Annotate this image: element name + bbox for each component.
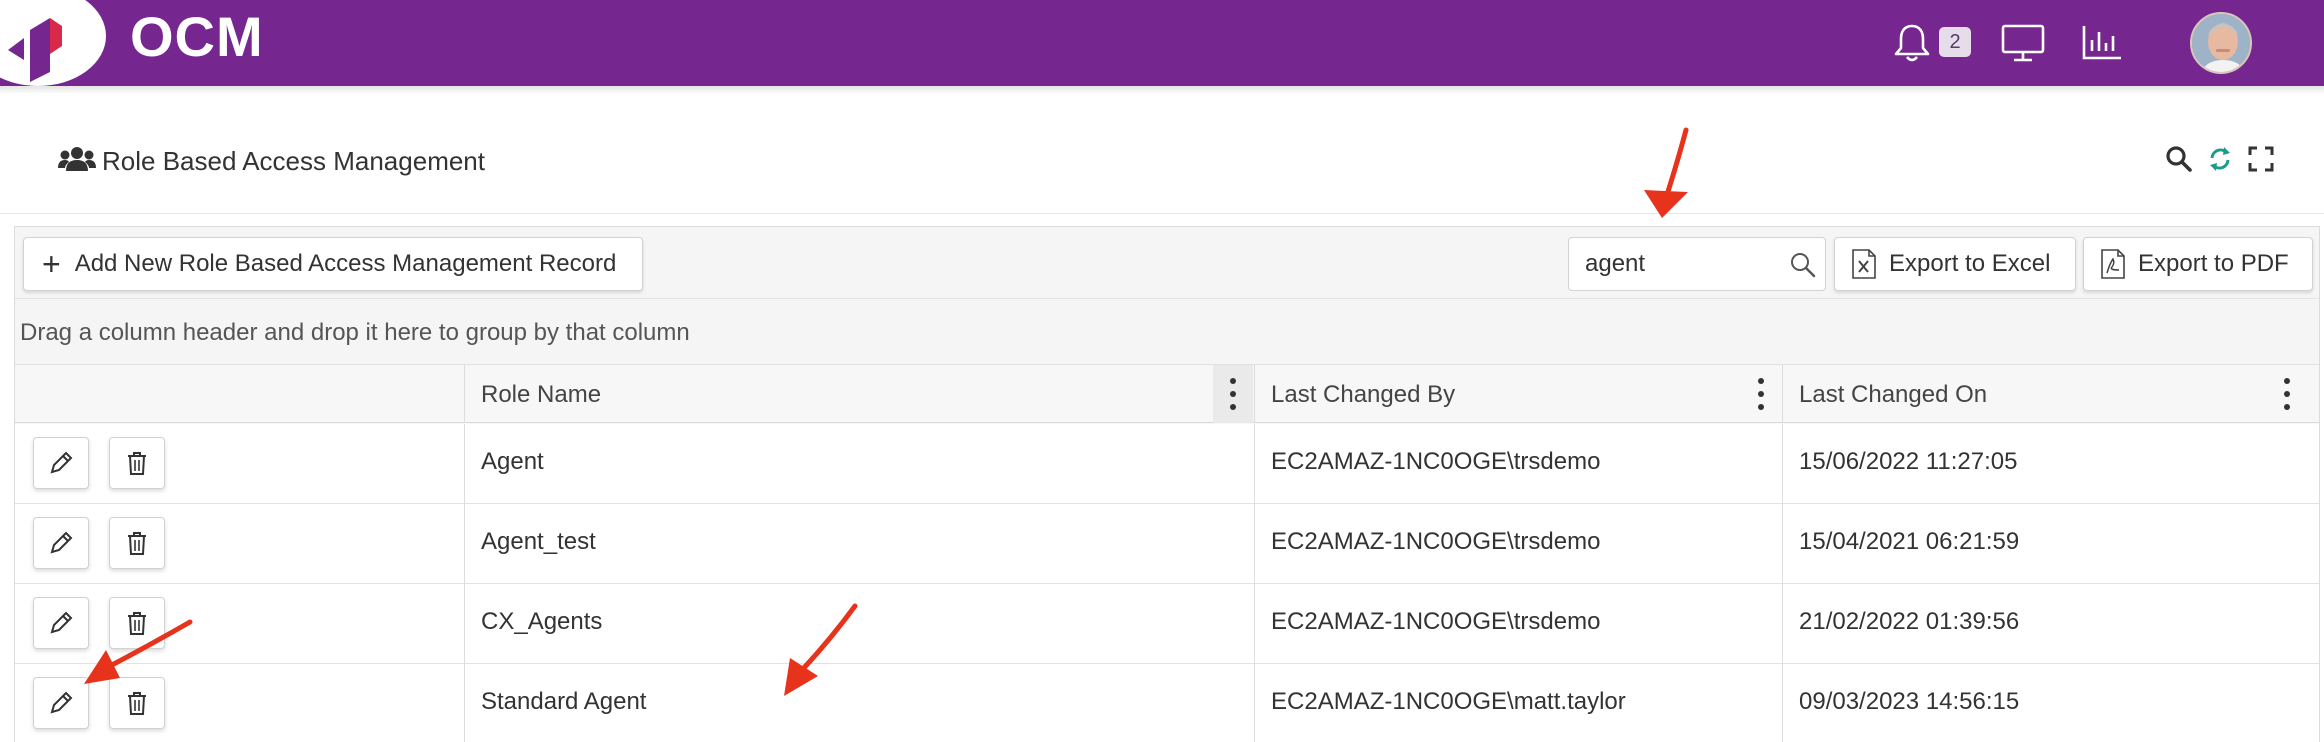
- grid-toolbar: + Add New Role Based Access Management R…: [15, 227, 2319, 299]
- column-header-last-changed-by[interactable]: Last Changed By: [1254, 365, 1782, 423]
- search-icon[interactable]: [2164, 144, 2194, 174]
- export-pdf-label: Export to PDF: [2138, 250, 2289, 277]
- last-changed-on-cell: 21/02/2022 01:39:56: [1782, 584, 2319, 664]
- trash-icon: [128, 452, 146, 475]
- row-actions-cell: [15, 424, 464, 504]
- pencil-icon: [50, 451, 73, 474]
- edit-button[interactable]: [33, 517, 89, 569]
- last-changed-by-cell: EC2AMAZ-1NC0OGE\trsdemo: [1254, 504, 1782, 584]
- trash-icon: [128, 612, 146, 635]
- actions-column-header: [15, 365, 464, 423]
- last-changed-on: 15/06/2022 11:27:05: [1799, 448, 2018, 475]
- ocm-logo-icon[interactable]: [0, 12, 80, 82]
- pencil-icon: [50, 531, 73, 554]
- delete-button[interactable]: [109, 517, 165, 569]
- monitor-icon[interactable]: [1998, 18, 2048, 68]
- data-grid: + Add New Role Based Access Management R…: [14, 226, 2320, 742]
- page-title: Role Based Access Management: [102, 146, 485, 176]
- group-by-panel[interactable]: Drag a column header and drop it here to…: [15, 299, 2319, 365]
- pdf-file-icon: [2101, 249, 2125, 279]
- column-menu-icon[interactable]: [2267, 365, 2307, 423]
- trash-icon: [128, 692, 146, 715]
- pencil-icon: [50, 611, 73, 634]
- last-changed-by-cell: EC2AMAZ-1NC0OGE\matt.taylor: [1254, 664, 1782, 742]
- excel-file-icon: [1852, 249, 1876, 279]
- row-actions-cell: [15, 504, 464, 584]
- role-name-cell: CX_Agents: [464, 584, 1254, 664]
- page-header: Role Based Access Management: [0, 94, 2324, 214]
- add-record-label: Add New Role Based Access Management Rec…: [74, 250, 617, 277]
- fullscreen-icon[interactable]: [2246, 144, 2276, 174]
- topbar-shadow: [0, 86, 2324, 94]
- export-excel-button[interactable]: Export to Excel: [1834, 237, 2076, 291]
- last-changed-on-cell: 15/04/2021 06:21:59: [1782, 504, 2319, 584]
- users-icon: [58, 147, 96, 171]
- top-navbar: OCM 2: [0, 0, 2324, 86]
- role-name-cell: Agent_test: [464, 504, 1254, 584]
- last-changed-on-cell: 09/03/2023 14:56:15: [1782, 664, 2319, 742]
- search-icon[interactable]: [1789, 251, 1817, 279]
- refresh-icon[interactable]: [2205, 144, 2235, 174]
- grid-header-row: Role Name Last Changed By Last Changed O…: [15, 365, 2319, 423]
- plus-icon: +: [42, 246, 61, 282]
- edit-button[interactable]: [33, 437, 89, 489]
- column-header-label: Last Changed By: [1271, 381, 1456, 408]
- table-row[interactable]: CX_Agents EC2AMAZ-1NC0OGE\trsdemo 21/02/…: [15, 584, 2319, 664]
- delete-button[interactable]: [109, 437, 165, 489]
- role-name: Agent_test: [481, 528, 596, 555]
- bar-chart-icon[interactable]: [2077, 18, 2127, 68]
- user-photo: [2192, 14, 2250, 72]
- user-avatar[interactable]: [2190, 12, 2252, 74]
- notification-badge[interactable]: 2: [1939, 27, 1971, 57]
- role-name-cell: Agent: [464, 424, 1254, 504]
- export-excel-label: Export to Excel: [1889, 250, 2051, 277]
- last-changed-on: 21/02/2022 01:39:56: [1799, 608, 2020, 635]
- bell-icon[interactable]: [1887, 18, 1937, 68]
- column-header-label: Last Changed On: [1799, 381, 1988, 408]
- last-changed-by: EC2AMAZ-1NC0OGE\trsdemo: [1271, 528, 1601, 555]
- app-name: OCM: [130, 5, 264, 68]
- column-header-role-name[interactable]: Role Name: [464, 365, 1254, 423]
- pencil-icon: [50, 691, 73, 714]
- trash-icon: [128, 532, 146, 555]
- last-changed-by-cell: EC2AMAZ-1NC0OGE\trsdemo: [1254, 424, 1782, 504]
- edit-button[interactable]: [33, 597, 89, 649]
- last-changed-on: 15/04/2021 06:21:59: [1799, 528, 2020, 555]
- last-changed-by-cell: EC2AMAZ-1NC0OGE\trsdemo: [1254, 584, 1782, 664]
- table-row[interactable]: Agent_test EC2AMAZ-1NC0OGE\trsdemo 15/04…: [15, 504, 2319, 584]
- column-header-label: Role Name: [481, 381, 602, 408]
- role-name: Standard Agent: [481, 688, 647, 715]
- role-name: Agent: [481, 448, 544, 475]
- grid-search[interactable]: [1568, 237, 1826, 291]
- delete-button[interactable]: [109, 677, 165, 729]
- row-actions-cell: [15, 584, 464, 664]
- role-name: CX_Agents: [481, 608, 603, 635]
- column-header-last-changed-on[interactable]: Last Changed On: [1782, 365, 2309, 423]
- delete-button[interactable]: [109, 597, 165, 649]
- last-changed-on-cell: 15/06/2022 11:27:05: [1782, 424, 2319, 504]
- add-record-button[interactable]: + Add New Role Based Access Management R…: [23, 237, 643, 291]
- last-changed-by: EC2AMAZ-1NC0OGE\trsdemo: [1271, 448, 1601, 475]
- last-changed-on: 09/03/2023 14:56:15: [1799, 688, 2020, 715]
- column-menu-icon[interactable]: [1213, 365, 1253, 423]
- table-row[interactable]: Standard Agent EC2AMAZ-1NC0OGE\matt.tayl…: [15, 664, 2319, 742]
- grid-search-input[interactable]: [1569, 238, 1779, 290]
- column-menu-icon[interactable]: [1741, 365, 1781, 423]
- export-pdf-button[interactable]: Export to PDF: [2083, 237, 2313, 291]
- row-actions-cell: [15, 664, 464, 742]
- role-name-cell: Standard Agent: [464, 664, 1254, 742]
- edit-button[interactable]: [33, 677, 89, 729]
- group-by-hint: Drag a column header and drop it here to…: [20, 319, 690, 346]
- last-changed-by: EC2AMAZ-1NC0OGE\trsdemo: [1271, 608, 1601, 635]
- last-changed-by: EC2AMAZ-1NC0OGE\matt.taylor: [1271, 688, 1626, 715]
- table-row[interactable]: Agent EC2AMAZ-1NC0OGE\trsdemo 15/06/2022…: [15, 424, 2319, 504]
